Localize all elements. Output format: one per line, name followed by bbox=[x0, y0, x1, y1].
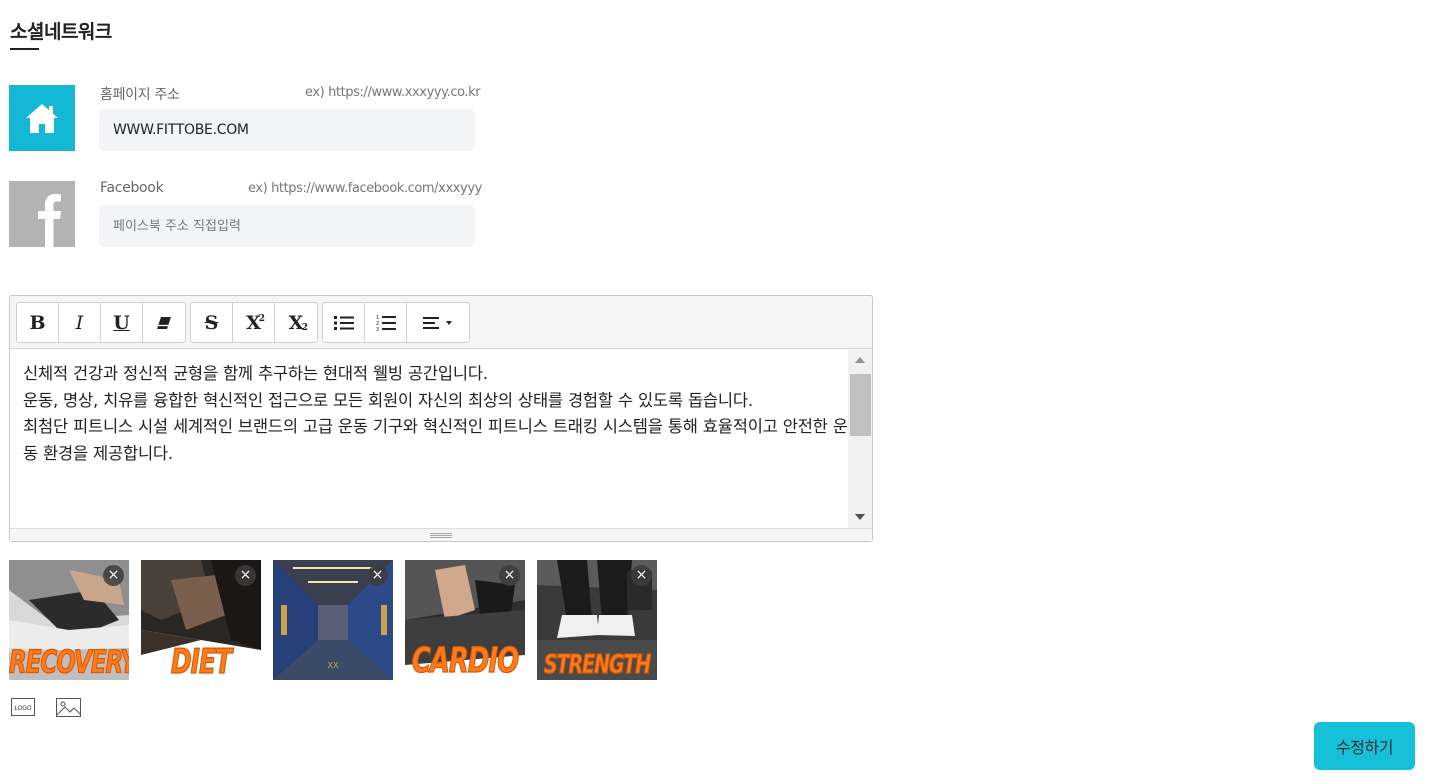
scroll-thumb[interactable] bbox=[850, 374, 871, 436]
ordered-list-button[interactable]: 1 2 3 bbox=[365, 303, 407, 342]
script-group: S X2 X2 bbox=[190, 302, 318, 343]
image-thumbnail[interactable]: RECOVERY × bbox=[9, 560, 129, 680]
svg-text:XX: XX bbox=[328, 661, 339, 670]
homepage-label: 홈페이지 주소 bbox=[100, 87, 180, 103]
thumbnail-label: STRENGTH bbox=[543, 649, 651, 680]
facebook-icon-box bbox=[9, 181, 75, 247]
resize-grip-icon bbox=[430, 532, 452, 538]
thumbnail-label: CARDIO bbox=[411, 640, 520, 680]
editor-content[interactable]: 신체적 건강과 정신적 균형을 함께 추구하는 현대적 웰빙 공간입니다. 운동… bbox=[10, 349, 848, 529]
align-left-icon bbox=[423, 316, 452, 329]
subscript-button[interactable]: X2 bbox=[275, 303, 317, 342]
scroll-down-arrow-icon[interactable] bbox=[855, 514, 865, 520]
image-thumbnail[interactable]: DIET × bbox=[141, 560, 261, 680]
rich-text-editor: B I U S X2 X2 1 2 3 신체적 건강과 정신적 균형을 함께 추… bbox=[9, 295, 873, 542]
remove-image-button[interactable]: × bbox=[631, 565, 652, 586]
underline-icon: U bbox=[113, 311, 130, 334]
editor-scrollbar[interactable] bbox=[848, 349, 872, 529]
unordered-list-button[interactable] bbox=[323, 303, 365, 342]
image-thumbnail[interactable]: STRENGTH × bbox=[537, 560, 657, 680]
thumbnail-label: DIET bbox=[170, 641, 232, 680]
superscript-button[interactable]: X2 bbox=[233, 303, 275, 342]
logo-icon-text: LOGO bbox=[14, 705, 32, 712]
strikethrough-icon: S bbox=[204, 311, 219, 334]
remove-image-button[interactable]: × bbox=[235, 565, 256, 586]
strikethrough-button[interactable]: S bbox=[191, 303, 233, 342]
underline-button[interactable]: U bbox=[101, 303, 143, 342]
font-style-group: B I U bbox=[16, 302, 186, 343]
subscript-mark: 2 bbox=[301, 323, 308, 333]
remove-image-button[interactable]: × bbox=[499, 565, 520, 586]
facebook-example: ex) https://www.facebook.com/xxxyyy bbox=[248, 181, 482, 196]
editor-paragraph: 운동, 명상, 치유를 융합한 혁신적인 접근으로 모든 회원이 자신의 최상의… bbox=[23, 390, 753, 410]
logo-upload-button[interactable]: LOGO bbox=[11, 698, 35, 720]
image-upload-button[interactable] bbox=[56, 698, 81, 721]
svg-text:3: 3 bbox=[376, 327, 379, 331]
facebook-input[interactable] bbox=[99, 205, 475, 247]
align-dropdown-button[interactable] bbox=[407, 303, 469, 342]
submit-button[interactable]: 수정하기 bbox=[1314, 722, 1415, 770]
thumbnail-label: RECOVERY bbox=[9, 645, 129, 680]
homepage-icon-box bbox=[9, 85, 75, 151]
homepage-input[interactable] bbox=[99, 109, 475, 151]
facebook-icon bbox=[38, 194, 61, 247]
superscript-mark: 2 bbox=[258, 314, 265, 324]
homepage-example: ex) https://www.xxxyyy.co.kr bbox=[305, 85, 481, 100]
remove-image-button[interactable]: × bbox=[367, 565, 388, 586]
italic-button[interactable]: I bbox=[59, 303, 101, 342]
title-underline bbox=[10, 48, 39, 50]
eraser-icon bbox=[157, 316, 171, 329]
editor-toolbar: B I U S X2 X2 1 2 3 bbox=[10, 296, 872, 349]
editor-resize-handle[interactable] bbox=[10, 528, 872, 541]
list-ol-icon: 1 2 3 bbox=[376, 315, 396, 331]
scroll-up-arrow-icon[interactable] bbox=[855, 357, 865, 363]
section-title: 소셜네트워크 bbox=[10, 21, 112, 43]
logo-icon: LOGO bbox=[11, 698, 35, 716]
remove-image-button[interactable]: × bbox=[103, 565, 124, 586]
image-thumbnail[interactable]: CARDIO × bbox=[405, 560, 525, 680]
eraser-button[interactable] bbox=[143, 303, 185, 342]
image-icon bbox=[56, 698, 81, 717]
image-thumbnail[interactable]: XX × bbox=[273, 560, 393, 680]
italic-icon: I bbox=[75, 311, 84, 334]
editor-paragraph: 신체적 건강과 정신적 균형을 함께 추구하는 현대적 웰빙 공간입니다. bbox=[23, 364, 488, 383]
facebook-label: Facebook bbox=[100, 180, 164, 196]
bold-icon: B bbox=[29, 311, 46, 334]
paragraph-group: 1 2 3 bbox=[322, 302, 470, 343]
home-icon bbox=[26, 104, 58, 133]
editor-paragraph: 최첨단 피트니스 시설 세계적인 브랜드의 고급 운동 기구와 혁신적인 피트니… bbox=[23, 417, 848, 463]
list-ul-icon bbox=[333, 315, 354, 330]
bold-button[interactable]: B bbox=[17, 303, 59, 342]
